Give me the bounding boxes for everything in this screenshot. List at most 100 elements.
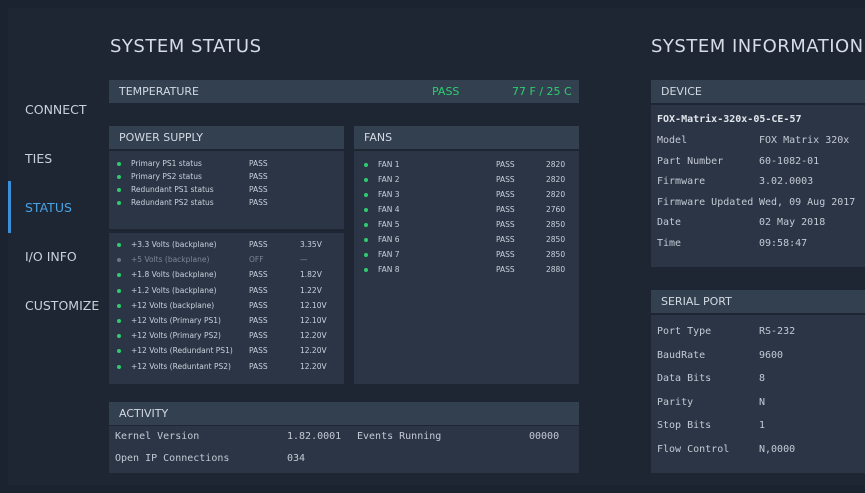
pass-dot-icon <box>117 288 121 293</box>
sidebar-item-io-info[interactable]: I/O INFO <box>25 249 77 264</box>
fan-name: FAN 6 <box>378 235 400 244</box>
power-supply-voltage-panel: +3.3 Volts (backplane) PASS 3.35V +5 Volts … <box>109 233 344 384</box>
voltage-value: — <box>300 255 308 265</box>
fans-header: FANS <box>354 126 579 149</box>
fans-label: FANS <box>364 131 393 144</box>
app-frame: CONNECT TIES STATUS I/O INFO CUSTOMIZE S… <box>8 8 865 485</box>
system-status-title: SYSTEM STATUS <box>110 36 262 57</box>
sidebar-item-connect[interactable]: CONNECT <box>25 102 87 117</box>
sidebar-item-customize[interactable]: CUSTOMIZE <box>25 298 99 313</box>
device-value: FOX Matrix 320x <box>759 135 850 146</box>
voltage-value: 12.10V <box>300 316 327 325</box>
voltage-value: 12.20V <box>300 331 327 341</box>
serial-key: Flow Control <box>657 443 730 455</box>
ps-status-value: PASS <box>249 159 268 168</box>
kernel-version-value: 1.82.0001 <box>287 431 342 442</box>
temperature-bar: TEMPERATURE PASS 77 F / 25 C <box>109 80 579 103</box>
pass-dot-icon <box>117 188 121 192</box>
device-key: Model <box>657 135 688 146</box>
off-dot-icon <box>117 258 121 263</box>
device-name: FOX-Matrix-320x-05-CE-57 <box>657 114 802 125</box>
ps-status-name: Redundant PS2 status <box>131 198 214 207</box>
ps-status-name: Primary PS2 status <box>131 172 202 181</box>
voltage-status: PASS <box>249 316 268 325</box>
device-header: DEVICE <box>651 80 865 103</box>
fan-name: FAN 1 <box>378 160 400 169</box>
serial-value: 9600 <box>759 349 784 361</box>
fan-status: PASS <box>496 160 515 169</box>
device-key: Date <box>657 217 682 228</box>
pass-dot-icon <box>364 253 368 257</box>
serial-value: N <box>759 396 766 408</box>
serial-port-label: SERIAL PORT <box>661 295 732 308</box>
ps-status-value: PASS <box>249 198 268 207</box>
voltage-name: +3.3 Volts (backplane) <box>131 240 217 249</box>
serial-key: BaudRate <box>657 349 706 361</box>
voltage-status: PASS <box>249 331 268 341</box>
power-supply-label: POWER SUPPLY <box>119 131 203 144</box>
fan-status: PASS <box>496 220 515 229</box>
device-value: 3.02.0003 <box>759 176 814 187</box>
voltage-status: OFF <box>249 255 264 265</box>
voltage-value: 12.10V <box>300 300 327 310</box>
fan-status: PASS <box>496 175 515 184</box>
voltage-status: PASS <box>249 361 268 371</box>
voltage-name: +12 Volts (backplane) <box>131 300 215 310</box>
serial-value: 1 <box>759 420 766 431</box>
pass-dot-icon <box>117 319 121 323</box>
fan-rpm: 2820 <box>546 175 566 184</box>
ps-status-name: Primary PS1 status <box>131 159 202 168</box>
open-ip-value: 034 <box>287 453 306 464</box>
voltage-value: 3.35V <box>300 240 322 249</box>
pass-dot-icon <box>364 223 368 227</box>
fan-status: PASS <box>496 250 515 259</box>
fan-status: PASS <box>496 235 515 244</box>
fan-name: FAN 3 <box>378 190 400 199</box>
pass-dot-icon <box>117 303 121 308</box>
device-value: Wed, 09 Aug 2017 <box>759 196 856 208</box>
temperature-label: TEMPERATURE <box>119 85 199 98</box>
device-value: 02 May 2018 <box>759 217 826 228</box>
device-key: Firmware <box>657 176 706 187</box>
system-information-title: SYSTEM INFORMATION <box>651 36 864 57</box>
voltage-status: PASS <box>249 346 268 356</box>
pass-dot-icon <box>117 349 121 354</box>
voltage-value: 1.22V <box>300 285 322 295</box>
pass-dot-icon <box>117 201 121 205</box>
ps-status-value: PASS <box>249 172 268 181</box>
kernel-version-label: Kernel Version <box>115 431 200 442</box>
fan-rpm: 2850 <box>546 235 566 244</box>
activity-panel: Kernel Version 1.82.0001 Events Running … <box>109 426 579 473</box>
pass-dot-icon <box>364 163 368 167</box>
pass-dot-icon <box>364 268 368 272</box>
events-running-label: Events Running <box>357 431 442 442</box>
fan-name: FAN 2 <box>378 175 400 184</box>
voltage-name: +5 Volts (backplane) <box>131 255 210 265</box>
sidebar-item-ties[interactable]: TIES <box>25 151 52 166</box>
device-panel: FOX-Matrix-320x-05-CE-57 Model FOX Matrix… <box>651 105 865 267</box>
power-supply-header: POWER SUPPLY <box>109 126 344 149</box>
serial-key: Parity <box>657 396 694 408</box>
pass-dot-icon <box>364 178 368 182</box>
voltage-status: PASS <box>249 285 268 295</box>
voltage-name: +12 Volts (Redundant PS1) <box>131 346 233 356</box>
device-key: Part Number <box>657 155 724 167</box>
ps-status-value: PASS <box>249 185 268 194</box>
pass-dot-icon <box>117 162 121 166</box>
device-label: DEVICE <box>661 85 702 98</box>
fan-rpm: 2820 <box>546 160 566 169</box>
voltage-status: PASS <box>249 240 268 249</box>
device-value: 09:58:47 <box>759 237 808 249</box>
temperature-status: PASS <box>432 85 460 98</box>
pass-dot-icon <box>117 243 121 247</box>
fan-name: FAN 8 <box>378 265 400 274</box>
serial-value: 8 <box>759 373 766 384</box>
sidebar-item-status[interactable]: STATUS <box>25 200 72 215</box>
fan-name: FAN 5 <box>378 220 400 229</box>
voltage-value: 1.82V <box>300 270 322 280</box>
pass-dot-icon <box>117 175 121 179</box>
temperature-value: 77 F / 25 C <box>512 85 572 98</box>
fan-rpm: 2850 <box>546 220 566 229</box>
active-nav-indicator <box>8 181 11 233</box>
fan-name: FAN 4 <box>378 205 400 214</box>
